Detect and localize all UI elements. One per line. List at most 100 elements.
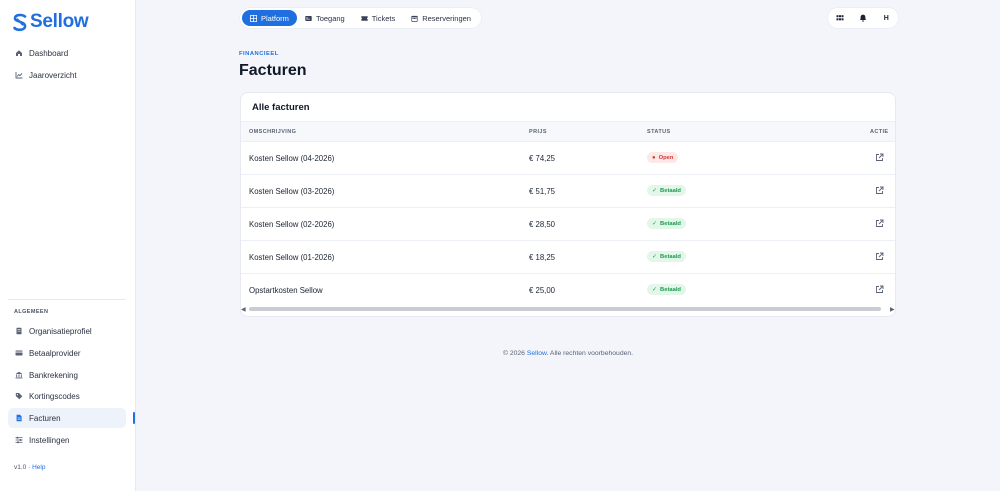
alert-circle-icon: ● — [652, 154, 656, 161]
footer: © 2026 Sellow. Alle rechten voorbehouden… — [0, 350, 1000, 357]
sidebar-item-label: Organisatieprofiel — [29, 326, 92, 336]
id-card-icon — [305, 15, 312, 22]
external-link-icon[interactable] — [875, 219, 884, 228]
status-label: Betaald — [660, 187, 681, 194]
invoice-description: Kosten Sellow (04-2026) — [249, 154, 335, 163]
table-row: Kosten Sellow (04-2026) € 74,25 ● Open — [241, 142, 895, 175]
footer-rights: . Alle rechten voorbehouden. — [546, 350, 634, 357]
sidebar-item-label: Instellingen — [29, 435, 70, 445]
sidebar-divider — [8, 299, 126, 300]
column-header-status: STATUS — [647, 129, 671, 135]
apps-grid-icon — [836, 15, 844, 21]
invoice-price: € 25,00 — [529, 286, 556, 295]
invoice-price: € 18,25 — [529, 253, 556, 262]
sidebar-item-facturen[interactable]: Facturen — [8, 408, 126, 428]
sidebar-item-label: Jaaroverzicht — [29, 70, 77, 80]
horizontal-scrollbar[interactable] — [249, 307, 881, 311]
status-label: Betaald — [660, 220, 681, 227]
sidebar-item-kortingscodes[interactable]: Kortingscodes — [8, 386, 126, 406]
sidebar-item-label: Facturen — [29, 413, 61, 423]
top-actions: H — [828, 8, 898, 28]
chart-line-icon — [15, 71, 23, 79]
invoice-price: € 74,25 — [529, 154, 556, 163]
sidebar: Sellow Dashboard Jaaroverzicht ALGEMEEN … — [0, 0, 136, 491]
table-row: Opstartkosten Sellow € 25,00 ✓ Betaald — [241, 274, 895, 307]
status-badge: ✓ Betaald — [647, 251, 686, 262]
tab-label: Reserveringen — [422, 13, 471, 23]
invoice-description: Kosten Sellow (03-2026) — [249, 187, 335, 196]
tab-label: Toegang — [315, 13, 345, 23]
status-badge: ✓ Betaald — [647, 185, 686, 196]
external-link-icon[interactable] — [875, 153, 884, 162]
bank-icon — [15, 371, 23, 379]
avatar[interactable]: H — [879, 11, 893, 25]
tab-toegang[interactable]: Toegang — [297, 10, 353, 26]
bell-icon — [859, 14, 867, 22]
tab-reserveringen[interactable]: Reserveringen — [403, 10, 479, 26]
version-info: v1.0 · Help — [14, 464, 45, 471]
tab-label: Platform — [261, 13, 289, 23]
invoice-price: € 28,50 — [529, 220, 556, 229]
invoice-icon — [15, 414, 23, 422]
sidebar-item-instellingen[interactable]: Instellingen — [8, 430, 126, 450]
home-icon — [15, 49, 23, 57]
status-label: Betaald — [660, 286, 681, 293]
page-eyebrow: FINANCIEEL — [239, 51, 279, 57]
ticket-icon — [361, 15, 368, 22]
sidebar-item-organisatieprofiel[interactable]: Organisatieprofiel — [8, 321, 126, 341]
page-title: Facturen — [239, 62, 307, 79]
column-header-actie: ACTIE — [870, 129, 889, 135]
tag-icon — [15, 392, 23, 400]
status-label: Betaald — [660, 253, 681, 260]
column-header-prijs: PRIJS — [529, 129, 547, 135]
calendar-icon — [411, 15, 418, 22]
brand-name: Sellow — [30, 11, 89, 32]
tab-tickets[interactable]: Tickets — [353, 10, 403, 26]
status-label: Open — [658, 154, 674, 161]
version-label: v1.0 · — [14, 464, 31, 471]
table-row: Kosten Sellow (03-2026) € 51,75 ✓ Betaal… — [241, 175, 895, 208]
invoice-description: Opstartkosten Sellow — [249, 286, 323, 295]
external-link-icon[interactable] — [875, 252, 884, 261]
tab-label: Tickets — [371, 13, 396, 23]
active-indicator — [133, 412, 135, 424]
invoice-description: Kosten Sellow (01-2026) — [249, 253, 335, 262]
status-badge: ● Open — [647, 152, 679, 163]
document-icon — [15, 327, 23, 335]
column-header-omschrijving: OMSCHRIJVING — [249, 129, 297, 135]
sidebar-item-dashboard[interactable]: Dashboard — [8, 43, 126, 63]
table-row: Kosten Sellow (01-2026) € 18,25 ✓ Betaal… — [241, 241, 895, 274]
check-icon: ✓ — [652, 188, 658, 194]
scroll-left-arrow-icon[interactable]: ◀ — [241, 306, 246, 313]
sidebar-item-bankrekening[interactable]: Bankrekening — [8, 365, 126, 385]
brand-logo[interactable]: Sellow — [12, 11, 89, 33]
check-icon: ✓ — [652, 254, 658, 260]
tab-platform[interactable]: Platform — [242, 10, 297, 26]
check-icon: ✓ — [652, 287, 658, 293]
sidebar-section-label: ALGEMEEN — [14, 309, 49, 315]
footer-brand-link[interactable]: Sellow — [527, 350, 547, 357]
status-badge: ✓ Betaald — [647, 284, 686, 295]
invoices-card: Alle facturen OMSCHRIJVING PRIJS STATUS … — [240, 92, 896, 317]
table-row: Kosten Sellow (02-2026) € 28,50 ✓ Betaal… — [241, 208, 895, 241]
sidebar-item-label: Kortingscodes — [29, 391, 80, 401]
sellow-logo-icon — [13, 13, 27, 31]
top-navigation: Platform Toegang Tickets Reserveringen — [240, 8, 481, 28]
notifications-button[interactable] — [856, 11, 870, 25]
grid-icon — [250, 14, 257, 22]
invoice-price: € 51,75 — [529, 187, 556, 196]
sidebar-item-label: Bankrekening — [29, 370, 78, 380]
external-link-icon[interactable] — [875, 186, 884, 195]
invoice-description: Kosten Sellow (02-2026) — [249, 220, 335, 229]
sidebar-item-label: Dashboard — [29, 48, 69, 58]
apps-button[interactable] — [833, 11, 847, 25]
check-icon: ✓ — [652, 221, 658, 227]
footer-copyright: © 2026 — [502, 350, 525, 357]
external-link-icon[interactable] — [875, 285, 884, 294]
status-badge: ✓ Betaald — [647, 218, 686, 229]
card-title: Alle facturen — [252, 102, 310, 113]
help-link[interactable]: Help — [32, 464, 45, 471]
table-header: OMSCHRIJVING PRIJS STATUS ACTIE — [241, 121, 895, 142]
scroll-right-arrow-icon[interactable]: ▶ — [890, 306, 895, 313]
sidebar-item-jaaroverzicht[interactable]: Jaaroverzicht — [8, 65, 126, 85]
